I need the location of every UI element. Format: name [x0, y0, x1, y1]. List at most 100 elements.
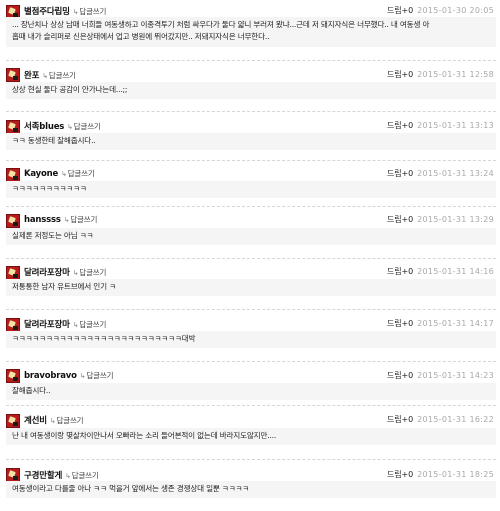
drip-plus-button[interactable]: 드립+	[387, 169, 408, 178]
reply-label: 답글쓰기	[79, 320, 107, 329]
comment-date: 2015-01-31 13:24	[417, 169, 494, 178]
comment-text-line: 홉때 내가 슬리퍼로 신은상태에서 업고 병원에 뛰어갔지만.. 저돼지자식은 …	[12, 32, 270, 41]
drip-count: 0	[408, 121, 414, 130]
drip-count: 0	[408, 169, 414, 178]
reply-button[interactable]: ↳답글쓰기	[61, 169, 95, 178]
drip-plus-button[interactable]: 드립+	[387, 371, 408, 380]
comment-body: 여동생이라고 다를줄 아나 ㅋㅋ 먹을거 앞에서는 생존 경쟁상대 일뿐 ㅋㅋㅋ…	[6, 481, 496, 498]
reply-arrow-icon: ↳	[65, 472, 71, 480]
avatar-icon[interactable]	[6, 318, 20, 332]
comment-author-row: 서족blues ↳답글쓰기	[24, 120, 101, 132]
reply-button[interactable]: ↳답글쓰기	[42, 71, 76, 80]
comment-date: 2015-01-31 13:13	[417, 121, 494, 130]
reply-button[interactable]: ↳답글쓰기	[72, 320, 107, 329]
reply-arrow-icon: ↳	[72, 321, 79, 329]
reply-button[interactable]: ↳답글쓰기	[49, 416, 84, 425]
author-name[interactable]: bravobravo	[24, 371, 77, 381]
comment-list: 별점주다립밍 ↳답글쓰기 드립+0 2015-01-30 20:05... 장난치나 …	[0, 0, 500, 511]
comment-author-row: 달려라포장마 ↳답글쓰기	[24, 266, 106, 278]
drip-count: 0	[408, 371, 414, 380]
reply-button[interactable]: ↳답글쓰기	[63, 215, 98, 224]
comment-author-row: 구경만할게 ↳답글쓰기	[24, 469, 99, 481]
reply-arrow-icon: ↳	[79, 372, 86, 380]
avatar-icon[interactable]	[6, 168, 20, 182]
comment-text-line: 상상 현실 둘다 공감이 안가나는데...;;	[12, 85, 128, 94]
comment-divider	[6, 60, 496, 61]
drip-plus-button[interactable]: 드립+	[387, 215, 408, 224]
comment-date: 2015-01-31 12:58	[417, 70, 494, 79]
comment-meta: 드립+0 2015-01-31 18:25	[387, 469, 494, 480]
author-name[interactable]: 계선비	[24, 416, 47, 426]
reply-button[interactable]: ↳답글쓰기	[67, 122, 101, 131]
drip-plus-button[interactable]: 드립+	[387, 319, 408, 328]
avatar-icon[interactable]	[6, 369, 20, 383]
avatar-icon[interactable]	[6, 68, 20, 82]
reply-button[interactable]: ↳답글쓰기	[79, 371, 114, 380]
comment-divider	[6, 361, 496, 362]
author-name[interactable]: 구경만할게	[24, 471, 62, 481]
comment-body: 잘해줍시다..	[6, 383, 496, 400]
reply-button[interactable]: ↳답글쓰기	[72, 268, 107, 277]
comment-date: 2015-01-31 13:29	[417, 215, 494, 224]
comment-divider	[6, 258, 496, 259]
reply-arrow-icon: ↳	[63, 216, 70, 224]
author-name[interactable]: 서족blues	[24, 122, 64, 132]
comment-body: ... 장난치나 상상 남매 너희들 여동생하고 이종격투기 처럼 싸우다가 둘…	[6, 17, 496, 47]
drip-plus-button[interactable]: 드립+	[387, 470, 408, 479]
comment-body: 난 내 여동생이랑 몇살차이안나서 오빠라는 소리 들어본적이 없는데 바라지도…	[6, 428, 496, 445]
comment-body: 저통통한 남자 유트브에서 인기 ㅋ	[6, 279, 496, 296]
reply-arrow-icon: ↳	[72, 269, 79, 277]
reply-arrow-icon: ↳	[67, 123, 73, 131]
author-name[interactable]: 달려라포장마	[24, 320, 70, 330]
comment-meta: 드립+0 2015-01-31 16:22	[387, 414, 494, 425]
reply-label: 답글쓰기	[73, 122, 101, 131]
author-name[interactable]: 완포	[24, 71, 39, 81]
avatar-icon[interactable]	[6, 414, 20, 428]
drip-plus-button[interactable]: 드립+	[387, 70, 408, 79]
author-name[interactable]: hanssss	[24, 215, 61, 225]
drip-plus-button[interactable]: 드립+	[387, 6, 408, 15]
comment-meta: 드립+0 2015-01-31 14:16	[387, 266, 494, 277]
comment-date: 2015-01-31 16:22	[417, 415, 494, 424]
author-name[interactable]: 달려라포장마	[24, 268, 70, 278]
reply-label: 답글쓰기	[79, 268, 107, 277]
avatar-icon[interactable]	[6, 120, 20, 134]
comment-divider	[6, 160, 496, 161]
reply-label: 답글쓰기	[79, 7, 107, 16]
drip-count: 0	[408, 215, 414, 224]
comment-text-line: 여동생이라고 다를줄 아나 ㅋㅋ 먹을거 앞에서는 생존 경쟁상대 일뿐 ㅋㅋㅋ…	[12, 484, 250, 493]
comment-divider	[6, 206, 496, 207]
comment-text-line: ㅋㅋㅋㅋㅋㅋㅋㅋㅋㅋㅋㅋㅋㅋㅋㅋㅋㅋㅋㅋㅋㅋㅋㅋㅋ대박	[12, 334, 196, 343]
comment-date: 2015-01-31 14:23	[417, 371, 494, 380]
comment-meta: 드립+0 2015-01-31 14:17	[387, 318, 494, 329]
comment-meta: 드립+0 2015-01-30 20:05	[387, 5, 494, 16]
comment-date: 2015-01-31 14:17	[417, 319, 494, 328]
reply-label: 답글쓰기	[70, 215, 98, 224]
comment-divider	[6, 111, 496, 112]
comment-body: ㅋㅋㅋㅋㅋㅋㅋㅋㅋㅋㅋㅋㅋㅋㅋㅋㅋㅋㅋㅋㅋㅋㅋㅋㅋ대박	[6, 331, 496, 348]
comment-divider	[6, 309, 496, 310]
comment-meta: 드립+0 2015-01-31 13:29	[387, 214, 494, 225]
reply-button[interactable]: ↳답글쓰기	[73, 7, 107, 16]
reply-button[interactable]: ↳답글쓰기	[65, 471, 99, 480]
comment-author-row: 별점주다립밍 ↳답글쓰기	[24, 5, 106, 17]
reply-arrow-icon: ↳	[61, 170, 67, 178]
author-name[interactable]: Kayone	[24, 169, 58, 179]
comment-date: 2015-01-31 18:25	[417, 470, 494, 479]
drip-plus-button[interactable]: 드립+	[387, 415, 408, 424]
author-name[interactable]: 별점주다립밍	[24, 7, 70, 17]
drip-count: 0	[408, 267, 414, 276]
comment-meta: 드립+0 2015-01-31 13:13	[387, 120, 494, 131]
reply-arrow-icon: ↳	[49, 417, 56, 425]
comment-body: ㅋㅋㅋㅋㅋㅋㅋㅋㅋㅋㅋ	[6, 181, 496, 198]
comment-divider	[6, 405, 496, 406]
reply-arrow-icon: ↳	[42, 72, 48, 80]
avatar-icon[interactable]	[6, 214, 20, 228]
reply-label: 답글쓰기	[67, 169, 95, 178]
avatar-icon[interactable]	[6, 468, 20, 482]
drip-plus-button[interactable]: 드립+	[387, 121, 408, 130]
reply-label: 답글쓰기	[86, 371, 114, 380]
avatar-icon[interactable]	[6, 266, 20, 280]
comment-date: 2015-01-30 20:05	[417, 6, 494, 15]
drip-plus-button[interactable]: 드립+	[387, 267, 408, 276]
